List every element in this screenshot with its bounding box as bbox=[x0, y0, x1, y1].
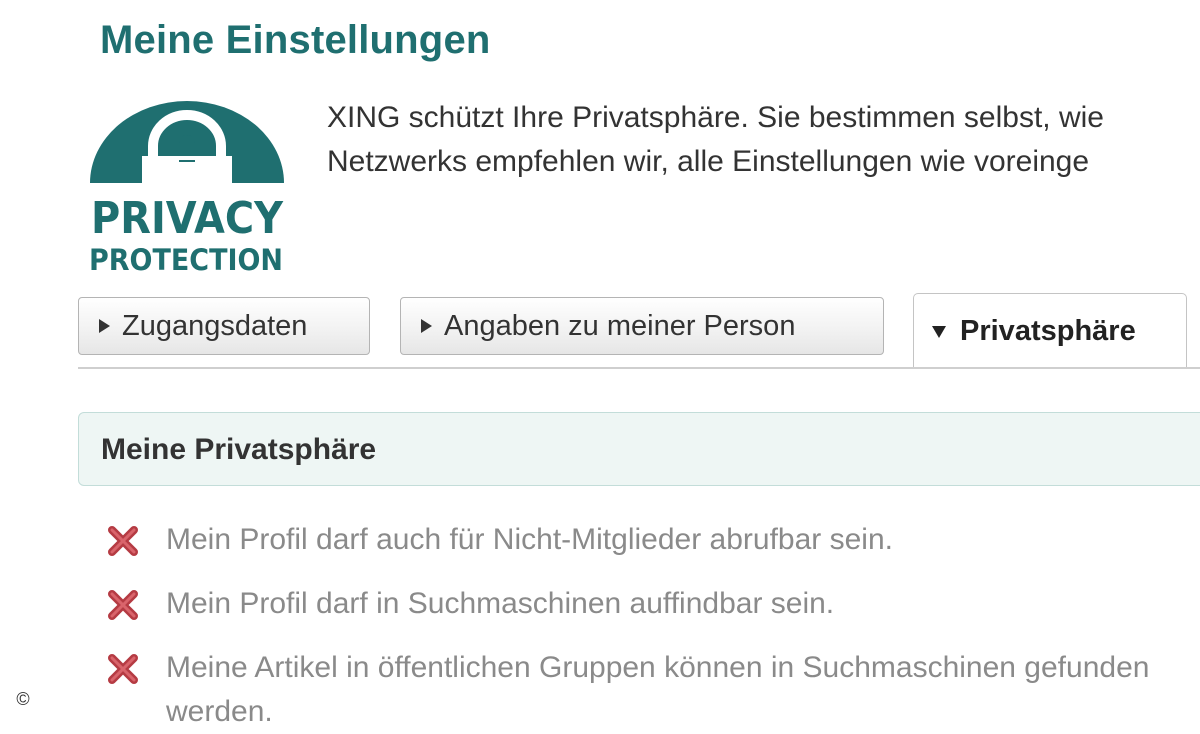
tab-zugangsdaten[interactable]: Zugangsdaten bbox=[78, 297, 370, 355]
setting-label: Mein Profil darf auch für Nicht-Mitglied… bbox=[166, 523, 893, 556]
triangle-down-icon bbox=[932, 325, 946, 338]
intro-text-line-2: Netzwerks empfehlen wir, alle Einstellun… bbox=[327, 145, 1090, 178]
triangle-right-icon bbox=[421, 319, 432, 333]
copyright-badge: © bbox=[10, 686, 36, 712]
privacy-protection-logo: PRIVACY PROTECTION bbox=[89, 101, 284, 275]
logo-text-protection: PROTECTION bbox=[89, 243, 283, 275]
intro-text: XING schützt Ihre Privatsphäre. Sie best… bbox=[327, 96, 1104, 184]
logo-text-privacy: PRIVACY bbox=[91, 193, 284, 244]
tab-label: Zugangsdaten bbox=[122, 309, 308, 342]
x-mark-icon[interactable] bbox=[106, 588, 140, 622]
tab-divider bbox=[78, 367, 1200, 369]
section-title: Meine Privatsphäre bbox=[101, 433, 377, 466]
tab-privatsphaere[interactable]: Privatsphäre bbox=[913, 293, 1187, 369]
tab-label: Angaben zu meiner Person bbox=[444, 309, 796, 342]
section-header: Meine Privatsphäre bbox=[78, 412, 1200, 486]
x-mark-icon[interactable] bbox=[106, 524, 140, 558]
tab-label: Privatsphäre bbox=[960, 315, 1136, 347]
x-mark-icon[interactable] bbox=[106, 652, 140, 686]
intro-text-line-1: XING schützt Ihre Privatsphäre. Sie best… bbox=[327, 101, 1104, 134]
setting-label: Meine Artikel in öffentlichen Gruppen kö… bbox=[166, 651, 1150, 728]
setting-label: Mein Profil darf in Suchmaschinen auffin… bbox=[166, 587, 835, 620]
page-title: Meine Einstellungen bbox=[100, 18, 491, 62]
triangle-right-icon bbox=[99, 319, 110, 333]
tab-angaben-zu-meiner-person[interactable]: Angaben zu meiner Person bbox=[400, 297, 884, 355]
